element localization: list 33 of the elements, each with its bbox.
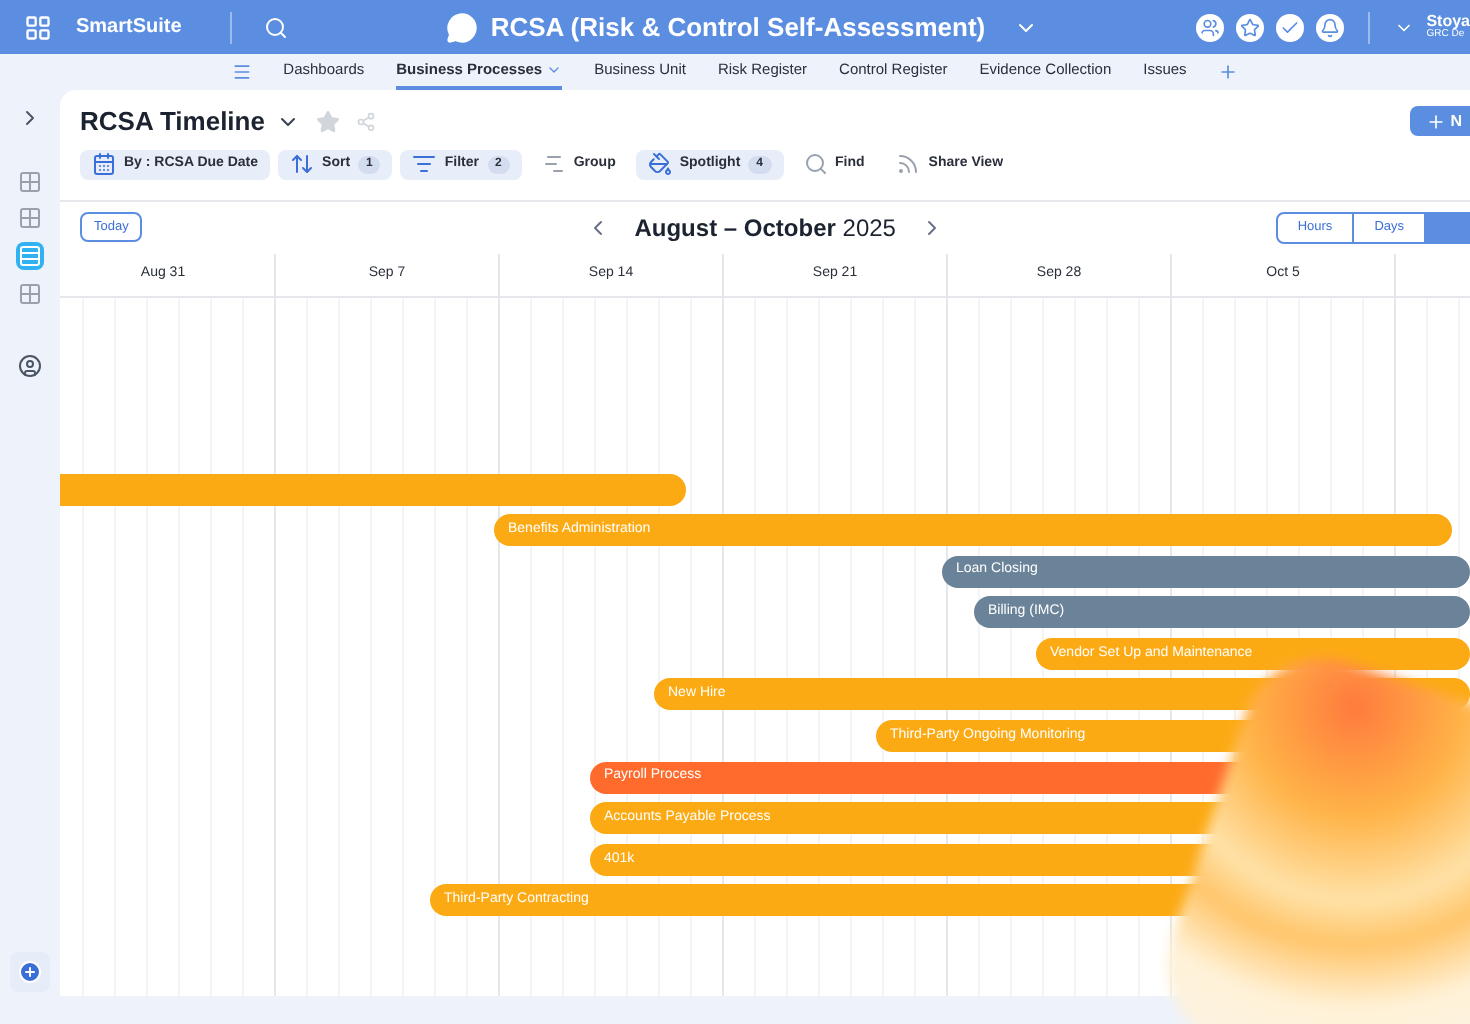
app-name: SmartSuite [76,14,182,42]
calendar-icon [92,152,116,176]
search-icon[interactable] [263,15,288,39]
menu-icon[interactable] [231,62,252,82]
grid-icon[interactable] [18,170,42,194]
feed-icon [896,152,921,176]
user-name[interactable]: Stoya [1426,14,1470,30]
user-circle-icon[interactable] [18,354,42,378]
date-range: August – October 2025 [634,211,896,245]
bell-icon[interactable] [1316,13,1345,41]
grid-icon[interactable] [18,206,42,230]
add-circle-icon [18,960,42,984]
view-title: RCSA Timeline [80,104,265,140]
add-record-button[interactable] [10,952,50,992]
plus-icon [1426,111,1447,132]
filter-icon [412,152,437,176]
timeline-bar[interactable] [60,473,686,505]
paint-bucket-icon [647,152,672,176]
apps-grid-icon[interactable] [24,13,52,41]
new-record-button[interactable]: N [1410,106,1470,137]
grid-icon[interactable] [18,282,42,306]
caret-icon [546,62,563,78]
solution-title: RCSA (Risk & Control Self-Assessment) [490,9,986,46]
search-icon [803,152,828,176]
sort-icon [290,152,315,176]
group-icon [541,152,566,176]
chat-bubble-icon [446,11,479,43]
people-icon[interactable] [1196,13,1225,41]
star-icon[interactable] [1236,13,1265,41]
check-icon[interactable] [1276,13,1305,41]
list-icon[interactable] [16,242,44,270]
star-icon[interactable] [316,109,341,134]
add-icon[interactable] [1218,62,1239,82]
